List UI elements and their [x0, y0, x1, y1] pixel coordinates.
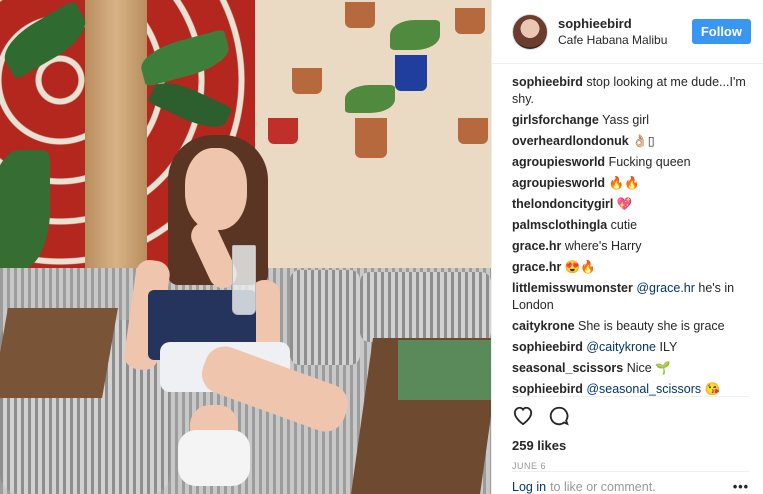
comment-mention[interactable]: @caitykrone: [586, 340, 656, 354]
comment-username[interactable]: agroupiesworld: [512, 155, 605, 169]
drink-glass: [232, 245, 256, 315]
avatar[interactable]: [512, 13, 548, 50]
comment-mention[interactable]: @grace.hr: [636, 281, 695, 295]
likes-count[interactable]: 259 likes: [512, 438, 749, 453]
comment-username[interactable]: overheardlondonuk: [512, 134, 629, 148]
comment-row: thelondoncitygirl 💖: [512, 196, 749, 213]
comment-username[interactable]: grace.hr: [512, 239, 561, 253]
username[interactable]: sophieebird: [558, 16, 692, 31]
comment-row: agroupiesworld Fucking queen: [512, 154, 749, 171]
comment-text: 😍🔥: [564, 260, 596, 274]
comment-row: agroupiesworld 🔥🔥: [512, 175, 749, 192]
comment-row: caitykrone She is beauty she is grace: [512, 318, 749, 335]
post-sidebar: sophieebird Cafe Habana Malibu Follow so…: [491, 0, 763, 494]
sneaker: [178, 430, 250, 486]
post-header: sophieebird Cafe Habana Malibu Follow: [492, 0, 763, 64]
comment-username[interactable]: sophieebird: [512, 340, 583, 354]
login-bar: Log in to like or comment. •••: [512, 471, 749, 494]
comment-row: grace.hr 😍🔥: [512, 259, 749, 276]
comment-text: 🔥🔥: [608, 176, 640, 190]
comment-row: girlsforchange Yass girl: [512, 112, 749, 129]
action-icons: [512, 405, 749, 432]
comment-text: 👌🏼▯: [632, 134, 655, 148]
comment-username[interactable]: caitykrone: [512, 319, 575, 333]
comment-mention[interactable]: @seasonal_scissors: [586, 382, 701, 396]
comment-username[interactable]: girlsforchange: [512, 113, 599, 127]
comment-username[interactable]: grace.hr: [512, 260, 561, 274]
header-meta: sophieebird Cafe Habana Malibu: [558, 16, 692, 47]
comment-username[interactable]: sophieebird: [512, 382, 583, 396]
login-text: to like or comment.: [550, 480, 656, 494]
plant-leaf: [345, 85, 395, 113]
actions-bar: 259 likes JUNE 6: [512, 396, 749, 471]
comment-icon[interactable]: [548, 405, 570, 432]
more-options-icon[interactable]: •••: [733, 480, 749, 494]
comment-row: seasonal_scissors Nice 🌱: [512, 360, 749, 377]
plant-leaf: [390, 20, 440, 50]
follow-button[interactable]: Follow: [691, 19, 751, 44]
comment-username[interactable]: agroupiesworld: [512, 176, 605, 190]
comment-username[interactable]: seasonal_scissors: [512, 361, 623, 375]
comment-row: littlemisswumonster @grace.hr he's in Lo…: [512, 280, 749, 314]
comment-text: Yass girl: [602, 113, 650, 127]
comment-username[interactable]: sophieebird: [512, 75, 583, 89]
heart-icon[interactable]: [512, 405, 534, 432]
comment-row: sophieebird stop looking at me dude...I'…: [512, 74, 749, 108]
comment-row: grace.hr where's Harry: [512, 238, 749, 255]
comment-username[interactable]: palmsclothingla: [512, 218, 607, 232]
comment-text: where's Harry: [564, 239, 642, 253]
plant-pot: [345, 2, 375, 28]
instagram-post: sophieebird Cafe Habana Malibu Follow so…: [0, 0, 763, 494]
comment-row: overheardlondonuk 👌🏼▯: [512, 133, 749, 150]
comment-text: She is beauty she is grace: [578, 319, 725, 333]
post-date: JUNE 6: [512, 461, 547, 471]
login-link[interactable]: Log in: [512, 480, 546, 494]
green-placemat: [398, 340, 491, 400]
comment-username[interactable]: thelondoncitygirl: [512, 197, 613, 211]
comment-row: sophieebird @caitykrone ILY: [512, 339, 749, 356]
face: [185, 148, 247, 230]
plant-pot: [458, 118, 488, 144]
wood-table-left: [0, 308, 118, 398]
comment-username[interactable]: littlemisswumonster: [512, 281, 633, 295]
location[interactable]: Cafe Habana Malibu: [558, 33, 692, 47]
girl-figure: [122, 130, 370, 494]
comment-text: ILY: [659, 340, 678, 354]
plant-pot: [455, 8, 485, 34]
post-photo[interactable]: [0, 0, 491, 494]
sofa-cushion: [360, 272, 491, 342]
comments-list: sophieebird stop looking at me dude...I'…: [492, 64, 763, 400]
comment-text: 💖: [616, 197, 633, 211]
comment-text: 😘: [704, 382, 721, 396]
comment-text: cutie: [610, 218, 638, 232]
comment-row: palmsclothingla cutie: [512, 217, 749, 234]
plant-pot: [395, 55, 427, 91]
plant-pot: [292, 68, 322, 94]
comment-text: Fucking queen: [608, 155, 691, 169]
comment-text: Nice 🌱: [626, 361, 671, 375]
